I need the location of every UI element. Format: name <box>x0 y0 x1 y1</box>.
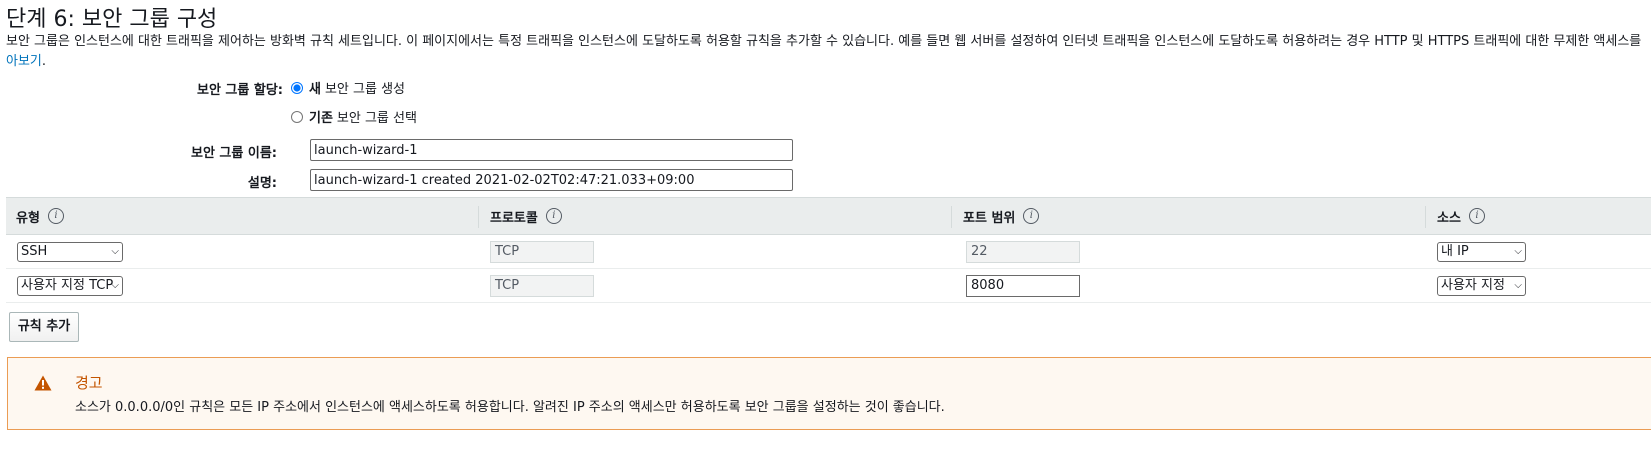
warning-triangle-icon <box>34 375 52 391</box>
radio-new-group-input[interactable] <box>291 81 303 94</box>
rule-row: 사용자 지정 TCP ⌵ TCP 8080 사용자 지정 ⌵ <box>6 269 1651 303</box>
col-source-label: 소스 <box>1437 210 1461 226</box>
chevron-down-icon: ⌵ <box>111 246 119 257</box>
type-select-value: SSH <box>21 244 48 259</box>
chevron-down-icon: ⌵ <box>1514 280 1522 291</box>
warning-message: 소스가 0.0.0.0/0인 규칙은 모든 IP 주소에서 인스턴스에 액세스하… <box>75 400 945 415</box>
radio-existing-group-input[interactable] <box>291 110 303 123</box>
page-title: 단계 6: 보안 그룹 구성 <box>6 7 218 32</box>
source-select[interactable]: 사용자 지정 ⌵ <box>1437 276 1526 296</box>
radio-existing-label: 보안 그룹 선택 <box>336 111 417 126</box>
warning-title: 경고 <box>75 374 103 392</box>
col-type: 유형 i <box>16 198 64 234</box>
radio-new-label: 보안 그룹 생성 <box>324 82 405 97</box>
rules-header: 유형 i 프로토콜 i 포트 범위 i 소스 i <box>6 197 1651 235</box>
col-protocol-label: 프로토콜 <box>490 210 538 226</box>
intro-link-suffix: . <box>41 54 47 69</box>
col-type-label: 유형 <box>16 210 40 226</box>
description-input[interactable] <box>310 169 793 191</box>
radio-existing-group[interactable]: 기존 보안 그룹 선택 <box>291 107 417 126</box>
info-icon[interactable]: i <box>1468 208 1485 224</box>
learn-more-link[interactable]: 아보기 <box>6 54 42 69</box>
source-select-value: 사용자 지정 <box>1441 278 1505 293</box>
rule-row: SSH ⌵ TCP 22 내 IP ⌵ <box>6 235 1651 269</box>
assign-label: 보안 그룹 할당: <box>196 83 283 98</box>
column-divider <box>478 206 479 228</box>
add-rule-button[interactable]: 규칙 추가 <box>9 312 79 342</box>
type-select[interactable]: 사용자 지정 TCP ⌵ <box>17 276 123 296</box>
port-field: 22 <box>966 241 1080 263</box>
source-select-value: 내 IP <box>1441 244 1469 259</box>
col-port-label: 포트 범위 <box>963 210 1016 226</box>
description-label: 설명: <box>247 176 277 191</box>
protocol-field: TCP <box>490 275 594 297</box>
info-icon[interactable]: i <box>545 208 562 224</box>
intro-text: 보안 그룹은 인스턴스에 대한 트래픽을 제어하는 방화벽 규칙 세트입니다. … <box>6 34 1642 49</box>
radio-new-bold: 새 <box>309 82 321 97</box>
chevron-down-icon: ⌵ <box>1514 246 1522 257</box>
group-name-input[interactable] <box>310 139 793 161</box>
rules-table: 유형 i 프로토콜 i 포트 범위 i 소스 i SSH ⌵ TCP 22 내 IP ⌵ 사… <box>6 197 1651 304</box>
group-name-label: 보안 그룹 이름: <box>190 146 277 161</box>
type-select-value: 사용자 지정 TCP <box>21 278 114 293</box>
col-protocol: 프로토콜 i <box>490 198 562 234</box>
port-input[interactable]: 8080 <box>966 275 1080 297</box>
radio-existing-bold: 기존 <box>309 111 333 126</box>
intro-link-line: 아보기. <box>6 52 46 72</box>
type-select[interactable]: SSH ⌵ <box>17 242 123 262</box>
protocol-field: TCP <box>490 241 594 263</box>
col-port: 포트 범위 i <box>963 198 1040 234</box>
column-divider <box>951 206 952 228</box>
radio-new-group[interactable]: 새 보안 그룹 생성 <box>291 78 405 97</box>
col-source: 소스 i <box>1437 198 1485 234</box>
warning-alert: 경고 소스가 0.0.0.0/0인 규칙은 모든 IP 주소에서 인스턴스에 액… <box>7 357 1651 430</box>
chevron-down-icon: ⌵ <box>111 280 119 291</box>
info-icon[interactable]: i <box>1023 208 1040 224</box>
info-icon[interactable]: i <box>47 208 64 224</box>
source-select[interactable]: 내 IP ⌵ <box>1437 242 1526 262</box>
column-divider <box>1425 206 1426 228</box>
